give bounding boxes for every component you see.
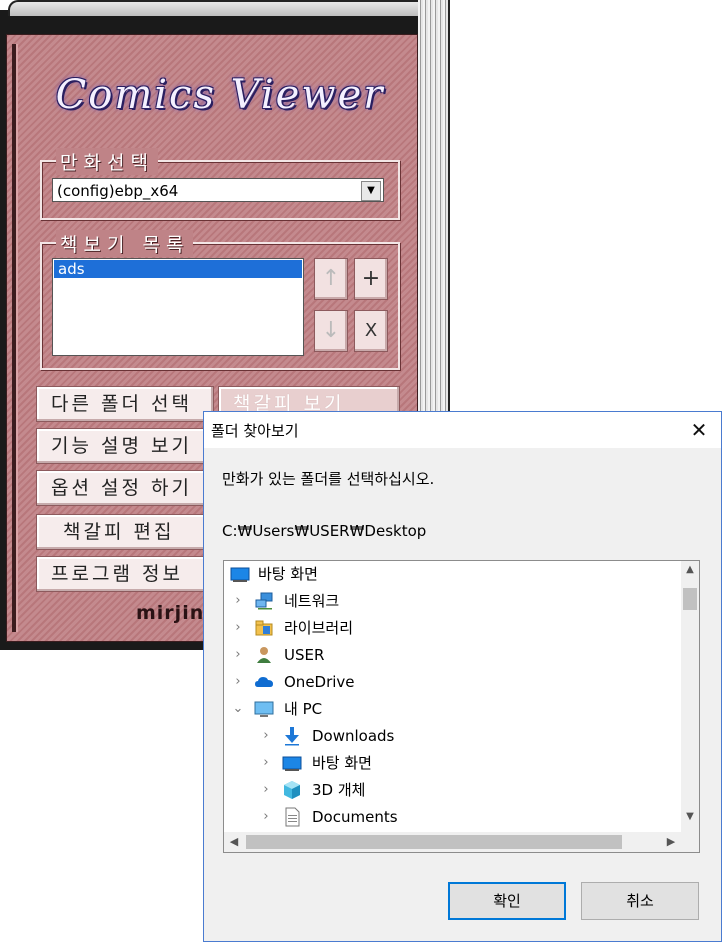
tree-item-3d-objects[interactable]: › 3D 개체	[224, 777, 679, 803]
chevron-down-icon[interactable]: ⌄	[232, 696, 244, 722]
dialog-titlebar[interactable]: 폴더 찾아보기 ✕	[204, 412, 721, 448]
tree-item-label: Downloads	[312, 727, 395, 745]
scroll-up-icon[interactable]: ▲	[681, 561, 699, 579]
browse-folder-dialog: 폴더 찾아보기 ✕ 만화가 있는 폴더를 선택하십시오. C:₩Users₩US…	[203, 411, 722, 942]
bookmark-edit-button[interactable]: 책갈피 편집	[36, 514, 214, 550]
chevron-right-icon[interactable]: ›	[260, 777, 272, 803]
chevron-right-icon[interactable]: ›	[232, 642, 244, 668]
tree-item-label: 내 PC	[284, 700, 323, 718]
tree-item-onedrive[interactable]: › OneDrive	[224, 669, 679, 695]
tree-item-documents[interactable]: › Documents	[224, 804, 679, 830]
close-icon[interactable]: ✕	[677, 412, 721, 448]
book-list-group: 책보기 목록 ads ↑ + ↓ X	[40, 230, 400, 370]
vertical-scrollbar[interactable]: ▲ ▼	[681, 561, 699, 834]
book-top-edge	[8, 0, 442, 16]
tree-item-desktop-root[interactable]: 바탕 화면	[224, 561, 679, 587]
3d-objects-icon	[284, 781, 300, 799]
dialog-body: 만화가 있는 폴더를 선택하십시오. C:₩Users₩USER₩Desktop…	[204, 448, 721, 941]
onedrive-cloud-icon	[255, 677, 273, 687]
desktop-icon	[230, 567, 250, 582]
tree-item-user[interactable]: › USER	[224, 642, 679, 668]
comic-select-dropdown[interactable]: (config)ebp_x64 ▼	[52, 178, 384, 202]
tree-item-label: 바탕 화면	[312, 754, 372, 772]
download-arrow-icon	[285, 727, 299, 746]
chevron-right-icon[interactable]: ›	[232, 615, 244, 641]
user-icon	[257, 647, 271, 663]
document-icon	[285, 807, 300, 827]
book-list-group-label: 책보기 목록	[56, 230, 194, 257]
tree-item-desktop[interactable]: › 바탕 화면	[224, 750, 679, 776]
add-button[interactable]: +	[354, 258, 388, 300]
tree-item-label: 3D 개체	[312, 781, 366, 799]
pc-icon	[254, 701, 274, 717]
selected-path: C:₩Users₩USER₩Desktop	[222, 522, 427, 540]
move-up-button[interactable]: ↑	[314, 258, 348, 300]
other-folder-button[interactable]: 다른 폴더 선택	[36, 386, 214, 422]
tree-item-label: Documents	[312, 808, 398, 826]
scroll-down-icon[interactable]: ▼	[681, 808, 699, 826]
ok-button[interactable]: 확인	[448, 882, 566, 920]
author-label: mirjin	[136, 602, 205, 624]
tree-item-network[interactable]: › 네트워크	[224, 588, 679, 614]
tree-item-label: 라이브러리	[284, 619, 354, 637]
comic-select-group-label: 만화선택	[56, 148, 158, 175]
tree-item-label: USER	[284, 646, 325, 664]
tree-item-label: OneDrive	[284, 673, 355, 691]
scroll-right-icon[interactable]: ▶	[661, 832, 681, 852]
chevron-right-icon[interactable]: ›	[260, 804, 272, 830]
program-info-button[interactable]: 프로그램 정보	[36, 556, 214, 592]
chevron-right-icon[interactable]: ›	[260, 750, 272, 776]
dialog-message: 만화가 있는 폴더를 선택하십시오.	[222, 470, 435, 488]
dialog-title: 폴더 찾아보기	[211, 422, 299, 440]
tree-item-downloads[interactable]: › Downloads	[224, 723, 679, 749]
library-icon	[255, 620, 273, 636]
app-title: Comics Viewer	[55, 72, 385, 118]
cancel-button[interactable]: 취소	[581, 882, 699, 920]
tree-item-my-pc[interactable]: ⌄ 내 PC	[224, 696, 679, 722]
book-spine	[12, 44, 18, 632]
desktop-icon	[282, 756, 302, 771]
scroll-left-icon[interactable]: ◀	[224, 832, 244, 852]
options-button[interactable]: 옵션 설정 하기	[36, 470, 214, 506]
folder-tree[interactable]: 바탕 화면 › 네트워크 › 라이브러리 › USER › OneDrive ⌄…	[223, 560, 700, 853]
book-list[interactable]: ads	[52, 258, 304, 356]
tree-item-label: 네트워크	[284, 592, 340, 610]
comic-select-value: (config)ebp_x64	[57, 182, 179, 200]
tree-item-library[interactable]: › 라이브러리	[224, 615, 679, 641]
chevron-right-icon[interactable]: ›	[260, 723, 272, 749]
dropdown-arrow-icon[interactable]: ▼	[361, 181, 381, 201]
network-icon	[255, 592, 273, 610]
chevron-right-icon[interactable]: ›	[232, 669, 244, 695]
horizontal-scroll-thumb[interactable]	[246, 835, 622, 849]
tree-item-label: 바탕 화면	[258, 565, 318, 583]
feature-help-button[interactable]: 기능 설명 보기	[36, 428, 214, 464]
book-list-item[interactable]: ads	[54, 260, 302, 278]
comic-select-group: 만화선택 (config)ebp_x64 ▼	[40, 148, 400, 220]
delete-button[interactable]: X	[354, 310, 388, 352]
horizontal-scrollbar[interactable]: ◀ ▶	[224, 832, 699, 852]
vertical-scroll-thumb[interactable]	[683, 588, 697, 610]
move-down-button[interactable]: ↓	[314, 310, 348, 352]
chevron-right-icon[interactable]: ›	[232, 588, 244, 614]
